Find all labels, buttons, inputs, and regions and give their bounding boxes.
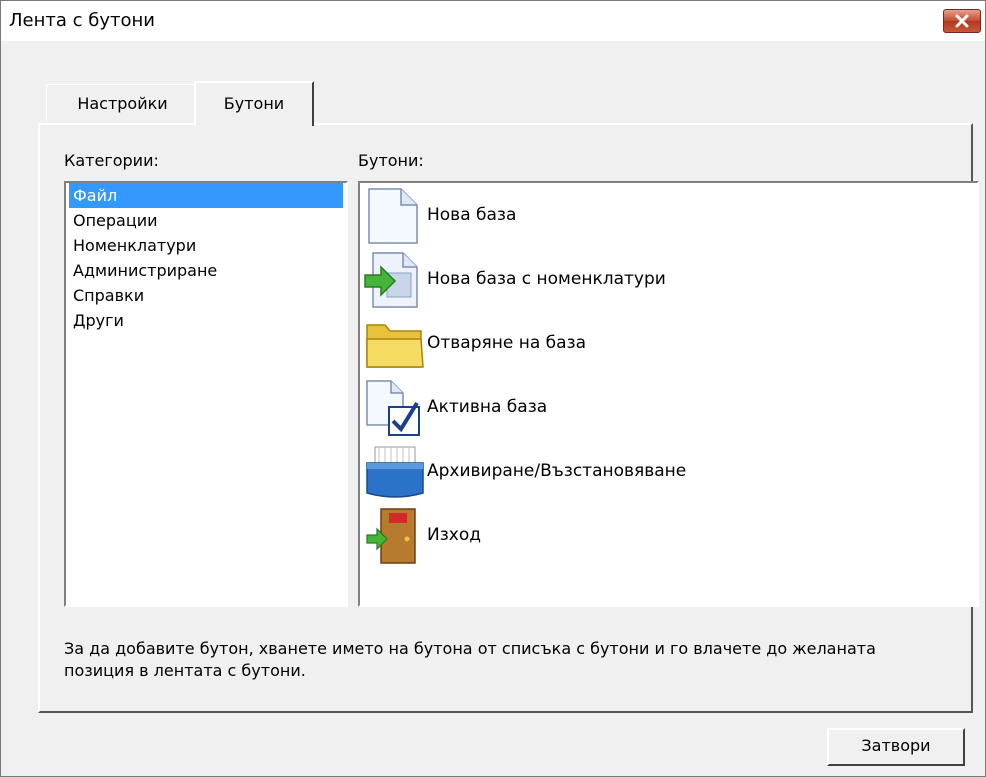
tab-settings-label: Настройки [77,94,168,113]
tab-buttons-label: Бутони [223,94,285,113]
category-item-nomenclatures[interactable]: Номенклатури [69,233,196,258]
button-item-label: Отваряне на база [427,333,587,353]
category-item-other[interactable]: Други [69,308,124,333]
exit-door-icon [366,508,416,564]
title-close-button[interactable] [943,9,981,33]
button-item-new-db-nomenclatures[interactable]: Нова база с номенклатури [363,249,963,311]
tab-buttons[interactable]: Бутони [194,81,314,126]
title-bar: Лента с бутони [1,1,985,41]
button-item-archive[interactable]: Архивиране/Възстановяване [363,441,963,503]
category-item-administration[interactable]: Администриране [69,258,217,283]
category-item-operations[interactable]: Операции [69,208,158,233]
buttons-label: Бутони: [358,151,424,170]
button-item-open-db[interactable]: Отваряне на база [363,313,963,375]
close-button[interactable]: Затвори [827,728,965,766]
close-button-label: Затвори [861,736,931,755]
button-item-exit[interactable]: Изход [363,505,963,567]
button-item-active-db[interactable]: Активна база [363,377,963,439]
category-item-reports[interactable]: Справки [69,283,144,308]
button-item-label: Нова база [427,205,517,225]
new-document-arrow-icon [364,252,418,308]
buttons-list[interactable]: Нова база Нова база с номенклатури Отвар… [358,181,979,607]
tab-settings[interactable]: Настройки [46,84,198,124]
button-item-label: Активна база [427,397,548,417]
hint-text: За да добавите бутон, хванете името на б… [64,639,876,680]
categories-label: Категории: [64,151,159,170]
archive-box-icon [366,446,424,498]
close-icon [955,14,969,28]
button-item-label: Изход [427,525,481,545]
dialog-window: Лента с бутони Настройки Бутони Категори… [0,0,986,777]
folder-icon [366,324,424,368]
document-check-icon [366,380,420,436]
button-item-label: Архивиране/Възстановяване [427,461,687,481]
category-item-file[interactable]: Файл [69,183,343,208]
new-document-icon [368,188,418,244]
button-item-label: Нова база с номенклатури [427,269,666,289]
categories-list[interactable]: Файл Операции Номенклатури Администриран… [64,181,348,607]
button-item-new-db[interactable]: Нова база [363,185,963,247]
window-title: Лента с бутони [9,10,155,31]
